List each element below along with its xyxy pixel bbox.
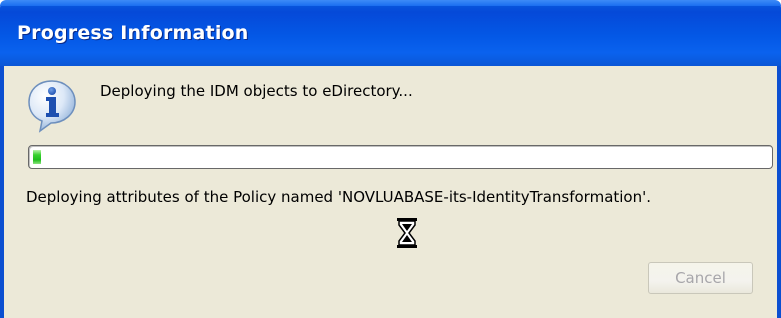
detail-message: Deploying attributes of the Policy named… <box>26 188 652 206</box>
window-frame-right <box>777 66 781 318</box>
window-title: Progress Information <box>17 22 249 44</box>
dialog-body: Deploying the IDM objects to eDirectory.… <box>4 66 777 318</box>
title-bar[interactable]: Progress Information <box>0 0 781 66</box>
title-bar-highlight <box>0 0 781 6</box>
status-message: Deploying the IDM objects to eDirectory.… <box>100 82 413 100</box>
cancel-button[interactable]: Cancel <box>648 262 753 294</box>
progress-dialog: Progress Information Deploying the IDM o… <box>0 0 781 318</box>
progress-bar <box>28 145 773 169</box>
info-icon <box>28 80 76 133</box>
progress-segment <box>33 150 41 164</box>
progress-bar-fill <box>33 150 41 164</box>
hourglass-icon <box>397 218 417 248</box>
